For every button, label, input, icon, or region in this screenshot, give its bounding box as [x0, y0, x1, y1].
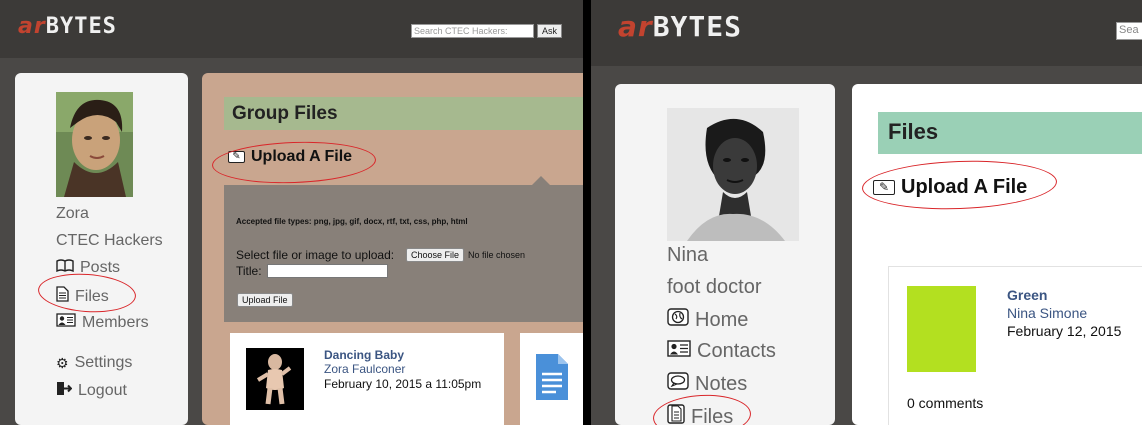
- file-date: February 12, 2015: [1007, 323, 1122, 339]
- group-name[interactable]: CTEC Hackers: [56, 232, 163, 250]
- file-thumbnail[interactable]: [907, 286, 976, 372]
- choose-file-button[interactable]: Choose File: [406, 248, 465, 262]
- upload-file-button[interactable]: Upload File: [237, 293, 293, 307]
- top-header: arBYTES Sea: [591, 0, 1142, 66]
- avatar: [667, 108, 799, 241]
- no-file-chosen-text: No file chosen: [468, 250, 526, 260]
- file-card[interactable]: [520, 333, 583, 425]
- profile-role: foot doctor: [667, 276, 762, 298]
- screenshot-divider: [583, 0, 591, 425]
- document-file-icon: [534, 354, 568, 405]
- search-input[interactable]: Sea: [1116, 22, 1142, 40]
- left-screenshot: arBYTES Search CTEC Hackers: Ask Zora CT…: [0, 0, 583, 425]
- file-date: February 10, 2015 a 11:05pm: [324, 377, 482, 391]
- globe-icon: [667, 308, 689, 332]
- sidebar-item-members[interactable]: Members: [56, 313, 149, 332]
- contact-card-icon: [56, 313, 76, 332]
- file-author[interactable]: Nina Simone: [1007, 305, 1087, 321]
- accepted-file-types: Accepted file types: png, jpg, gif, docx…: [236, 217, 468, 226]
- upload-form: Accepted file types: png, jpg, gif, docx…: [224, 176, 583, 322]
- search-input[interactable]: Search CTEC Hackers:: [411, 24, 534, 38]
- file-title[interactable]: Green: [1007, 287, 1047, 303]
- file-card[interactable]: Dancing Baby Zora Faulconer February 10,…: [230, 333, 504, 425]
- profile-sidebar: Zora CTEC Hackers Posts Files Members ⚙ …: [15, 73, 188, 425]
- title-label: Title:: [236, 264, 262, 278]
- profile-name: Zora: [56, 205, 89, 222]
- ask-button[interactable]: Ask: [537, 24, 563, 38]
- avatar: [56, 92, 133, 197]
- main-content: Files ✎ Upload A File Green Nina Simone …: [852, 84, 1142, 425]
- top-header: arBYTES Search CTEC Hackers: Ask: [0, 0, 583, 58]
- file-thumbnail[interactable]: [246, 348, 304, 410]
- profile-name: Nina: [667, 244, 709, 266]
- sidebar-item-logout[interactable]: Logout: [56, 381, 127, 401]
- title-input[interactable]: [267, 264, 388, 278]
- main-content: Group Files ✎ Upload A File Accepted fil…: [202, 73, 583, 425]
- gear-icon: ⚙: [56, 354, 69, 371]
- speech-bubble-icon: [667, 372, 689, 396]
- comment-count[interactable]: 0 comments: [907, 395, 983, 411]
- upload-highlight-annotation: [211, 139, 377, 186]
- page-title: Files: [878, 112, 1142, 154]
- sidebar-item-settings[interactable]: ⚙ Settings: [56, 354, 132, 372]
- files-highlight-annotation: [36, 270, 138, 316]
- upload-highlight-annotation: [861, 157, 1058, 213]
- sidebar-item-notes[interactable]: Notes: [667, 372, 747, 396]
- page-title: Group Files: [224, 97, 583, 130]
- arbytes-logo[interactable]: arBYTES: [18, 14, 117, 39]
- right-screenshot: arBYTES Sea Nina foot doctor Home Contac…: [591, 0, 1142, 425]
- arbytes-logo[interactable]: arBYTES: [618, 10, 742, 43]
- file-card[interactable]: Green Nina Simone February 12, 2015 0 co…: [888, 266, 1142, 425]
- select-file-label: Select file or image to upload:: [236, 248, 395, 262]
- sidebar-item-home[interactable]: Home: [667, 308, 748, 332]
- profile-sidebar: Nina foot doctor Home Contacts Notes Fil…: [615, 84, 835, 425]
- contact-card-icon: [667, 340, 691, 363]
- file-title[interactable]: Dancing Baby: [324, 348, 404, 362]
- file-author[interactable]: Zora Faulconer: [324, 362, 405, 376]
- logout-icon: [56, 381, 73, 401]
- files-highlight-annotation: [651, 392, 753, 425]
- sidebar-item-contacts[interactable]: Contacts: [667, 340, 776, 363]
